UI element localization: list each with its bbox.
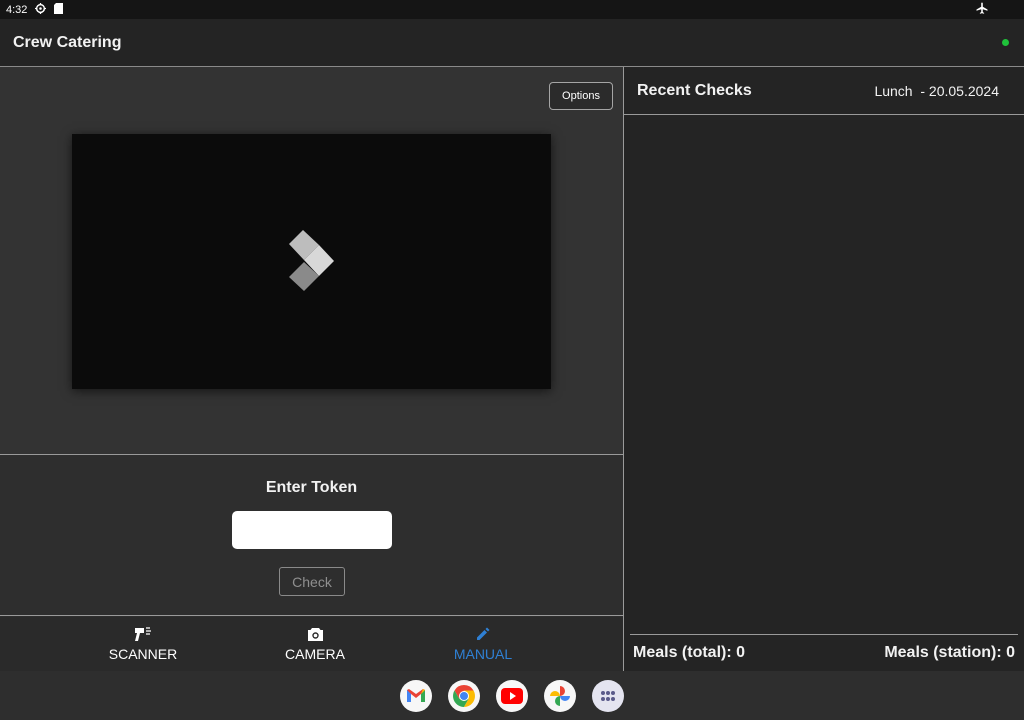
youtube-icon[interactable] [496,679,528,712]
gmail-icon[interactable] [400,679,432,712]
status-bar: 4:32 [0,0,1024,19]
nav-scanner-label: SCANNER [108,646,178,662]
photos-icon[interactable] [544,679,576,712]
connection-status-indicator [1002,39,1009,46]
left-panel: Options Enter Token Check SCANNER CAMERA [0,67,623,671]
meal-totals: Meals (total): 0 Meals (station): 0 [630,634,1018,671]
options-button[interactable]: Options [549,82,613,110]
camera-area: Options [0,67,623,455]
camera-icon [307,625,324,643]
camera-preview [72,134,551,389]
recent-checks-panel: Recent Checks Lunch - 20.05.2024 Meals (… [624,67,1024,671]
sd-card-icon [54,2,64,17]
recent-checks-header: Recent Checks Lunch - 20.05.2024 [624,67,1024,115]
app-launcher-icon[interactable] [592,679,624,712]
chrome-icon[interactable] [448,679,480,712]
barcode-scanner-icon [134,625,152,643]
nav-camera[interactable]: CAMERA [255,625,375,662]
nav-manual[interactable]: MANUAL [423,625,543,662]
pencil-icon [475,625,491,643]
nav-manual-label: MANUAL [453,646,513,662]
app-bar: Crew Catering [0,19,1024,67]
clock: 4:32 [6,3,28,16]
app-title: Crew Catering [13,33,122,51]
check-button[interactable]: Check [279,567,345,596]
meal-session-label: Lunch - 20.05.2024 [874,82,999,99]
meals-station: Meals (station): 0 [884,644,1015,661]
nav-scanner[interactable]: SCANNER [83,625,203,662]
bottom-navigation: SCANNER CAMERA MANUAL [0,617,623,671]
settings-status-icon [35,2,47,17]
token-entry-area: Enter Token Check [0,456,623,616]
token-title: Enter Token [265,479,358,496]
airplane-mode-icon [976,2,988,17]
taskbar [0,671,1024,720]
token-input[interactable] [232,511,392,549]
meals-total: Meals (total): 0 [633,644,746,661]
recent-checks-title: Recent Checks [637,81,752,99]
camera-placeholder-logo [288,229,334,291]
nav-camera-label: CAMERA [285,646,345,662]
